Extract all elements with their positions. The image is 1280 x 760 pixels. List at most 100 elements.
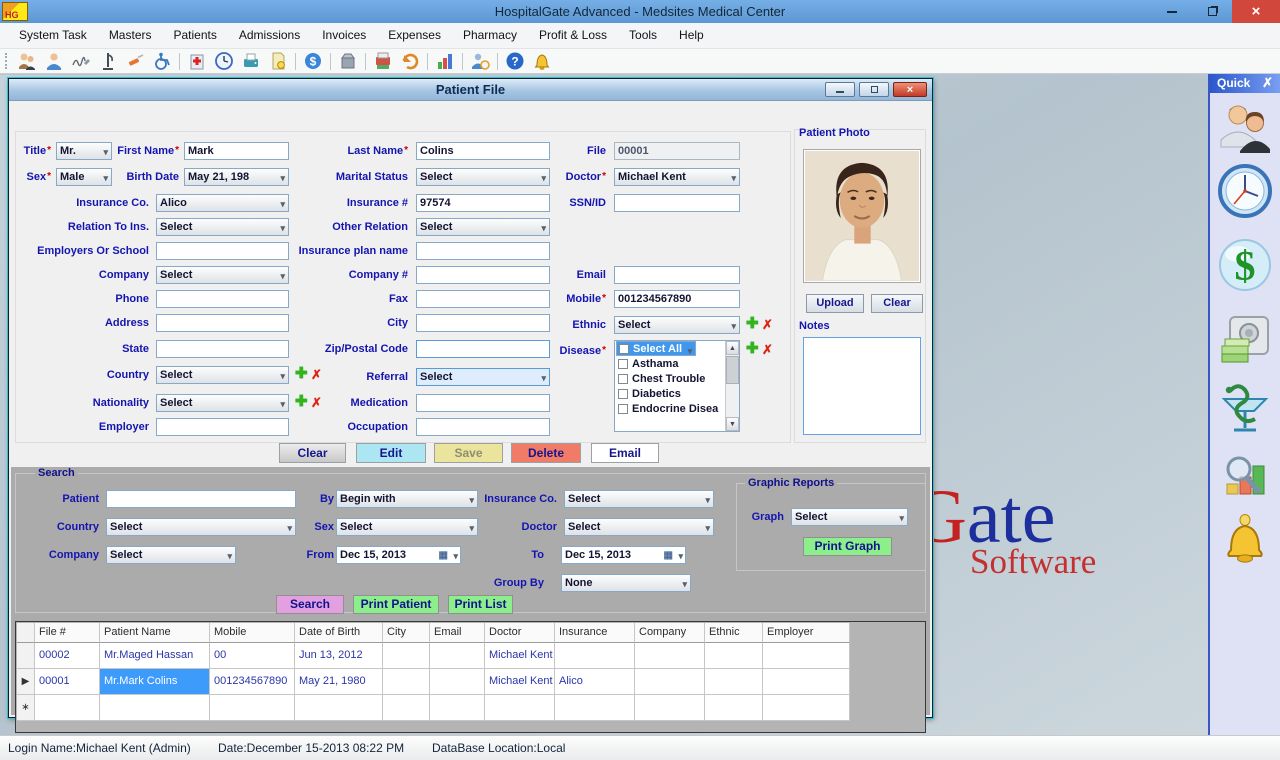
save-button[interactable]: Save xyxy=(434,443,503,463)
insurance-plan-input[interactable] xyxy=(416,242,550,260)
grid-cell-empty[interactable] xyxy=(430,695,485,721)
grid-column-header[interactable]: Email xyxy=(430,623,485,643)
close-button[interactable]: × xyxy=(1232,0,1280,23)
restore-button[interactable] xyxy=(1192,0,1232,23)
menu-item-pharmacy[interactable]: Pharmacy xyxy=(452,23,528,48)
grid-cell[interactable]: Michael Kent xyxy=(485,643,555,669)
grid-cell-empty[interactable] xyxy=(383,695,430,721)
scroll-down-icon[interactable]: ▼ xyxy=(726,417,739,431)
email-input[interactable] xyxy=(614,266,740,284)
table-new-row[interactable]: ∗ xyxy=(17,695,850,721)
disease-listbox[interactable]: Select AllAllergyAsthamaChest TroubleDia… xyxy=(614,340,740,432)
quick-pharmacy-icon[interactable] xyxy=(1217,380,1273,436)
search-company-select[interactable]: Select xyxy=(106,546,236,564)
menu-item-expenses[interactable]: Expenses xyxy=(377,23,452,48)
grid-column-header[interactable]: File # xyxy=(35,623,100,643)
signature-icon[interactable] xyxy=(71,51,91,71)
fax-icon[interactable] xyxy=(241,51,261,71)
grid-cell[interactable]: Jun 13, 2012 xyxy=(295,643,383,669)
patient-window-minimize-button[interactable] xyxy=(825,82,855,97)
ethnic-delete-icon[interactable]: ✗ xyxy=(762,318,773,331)
nationality-select[interactable]: Select xyxy=(156,394,289,412)
edit-button[interactable]: Edit xyxy=(356,443,426,463)
grid-cell-empty[interactable] xyxy=(295,695,383,721)
graph-select[interactable]: Select xyxy=(791,508,908,526)
grid-cell[interactable] xyxy=(430,643,485,669)
minimize-button[interactable] xyxy=(1152,0,1192,23)
clock-icon[interactable] xyxy=(214,51,234,71)
toolbar-grip[interactable] xyxy=(5,53,8,69)
company-select[interactable]: Select xyxy=(156,266,289,284)
menu-item-patients[interactable]: Patients xyxy=(163,23,228,48)
search-sex-select[interactable]: Select xyxy=(336,518,478,536)
search-doctor-select[interactable]: Select xyxy=(564,518,714,536)
grid-cell-empty[interactable] xyxy=(705,695,763,721)
table-row[interactable]: 00002Mr.Maged Hassan00Jun 13, 2012Michae… xyxy=(17,643,850,669)
grid-cell[interactable]: 00 xyxy=(210,643,295,669)
help-icon[interactable]: ? xyxy=(505,51,525,71)
disease-option[interactable]: Select All xyxy=(616,341,696,356)
patient-window-maximize-button[interactable] xyxy=(859,82,889,97)
doctor-select[interactable]: Michael Kent xyxy=(614,168,740,186)
disease-option[interactable]: Diabetics xyxy=(616,386,725,401)
state-input[interactable] xyxy=(156,340,289,358)
disease-checkbox[interactable] xyxy=(618,389,628,399)
grid-cell-empty[interactable] xyxy=(35,695,100,721)
search-insurance-select[interactable]: Select xyxy=(564,490,714,508)
disease-scrollbar[interactable]: ▲ ▼ xyxy=(725,341,739,431)
quick-panel-close-icon[interactable]: ✗ xyxy=(1262,76,1273,89)
disease-option[interactable]: Endocrine Disea xyxy=(616,401,725,416)
search-from-date[interactable]: Dec 15, 2013▦ xyxy=(336,546,461,564)
new-row-selector[interactable]: ∗ xyxy=(17,695,35,721)
disease-checkbox[interactable] xyxy=(618,374,628,384)
quick-cash-safe-icon[interactable] xyxy=(1217,312,1273,368)
grid-cell[interactable] xyxy=(555,643,635,669)
grid-cell[interactable] xyxy=(705,643,763,669)
payment-dollar-icon[interactable]: $ xyxy=(303,51,323,71)
delete-button[interactable]: Delete xyxy=(511,443,581,463)
occupation-input[interactable] xyxy=(416,418,550,436)
grid-cell-empty[interactable] xyxy=(210,695,295,721)
notes-textarea[interactable] xyxy=(803,337,921,435)
medication-input[interactable] xyxy=(416,394,550,412)
disease-option[interactable]: Asthama xyxy=(616,356,725,371)
grid-cell[interactable]: Mr.Maged Hassan xyxy=(100,643,210,669)
grid-column-header[interactable]: Mobile xyxy=(210,623,295,643)
grid-cell-empty[interactable] xyxy=(635,695,705,721)
supplies-icon[interactable] xyxy=(338,51,358,71)
menu-item-admissions[interactable]: Admissions xyxy=(228,23,311,48)
menu-item-system-task[interactable]: System Task xyxy=(8,23,98,48)
grid-cell[interactable]: 001234567890 xyxy=(210,669,295,695)
wheelchair-icon[interactable] xyxy=(152,51,172,71)
grid-cell[interactable]: May 21, 1980 xyxy=(295,669,383,695)
grid-cell[interactable] xyxy=(383,669,430,695)
quick-patients-icon[interactable] xyxy=(1217,100,1273,156)
print-cash-icon[interactable] xyxy=(373,51,393,71)
undo-icon[interactable] xyxy=(400,51,420,71)
grid-column-header[interactable]: Date of Birth xyxy=(295,623,383,643)
quick-reminders-icon[interactable] xyxy=(1217,512,1273,568)
lab-stand-icon[interactable] xyxy=(98,51,118,71)
grid-column-header[interactable]: City xyxy=(383,623,430,643)
first-name-input[interactable]: Mark xyxy=(184,142,289,160)
disease-add-icon[interactable]: ✚ xyxy=(746,342,759,355)
grid-column-header[interactable]: Ethnic xyxy=(705,623,763,643)
ssn-input[interactable] xyxy=(614,194,740,212)
disease-delete-icon[interactable]: ✗ xyxy=(762,343,773,356)
grid-cell[interactable] xyxy=(635,643,705,669)
row-selector[interactable]: ▶ xyxy=(17,669,35,695)
search-by-select[interactable]: Begin with xyxy=(336,490,478,508)
grid-cell-empty[interactable] xyxy=(485,695,555,721)
menu-item-masters[interactable]: Masters xyxy=(98,23,163,48)
patient-icon[interactable] xyxy=(44,51,64,71)
address-input[interactable] xyxy=(156,314,289,332)
relation-to-ins-select[interactable]: Select xyxy=(156,218,289,236)
quick-reports-icon[interactable] xyxy=(1217,450,1273,506)
sex-select[interactable]: Male xyxy=(56,168,112,186)
scroll-up-icon[interactable]: ▲ xyxy=(726,341,739,355)
print-graph-button[interactable]: Print Graph xyxy=(803,537,892,556)
grid-cell[interactable]: Michael Kent xyxy=(485,669,555,695)
grid-cell[interactable]: Mr.Mark Colins xyxy=(100,669,210,695)
patient-window-titlebar[interactable]: Patient File × xyxy=(9,79,932,101)
menu-item-tools[interactable]: Tools xyxy=(618,23,668,48)
